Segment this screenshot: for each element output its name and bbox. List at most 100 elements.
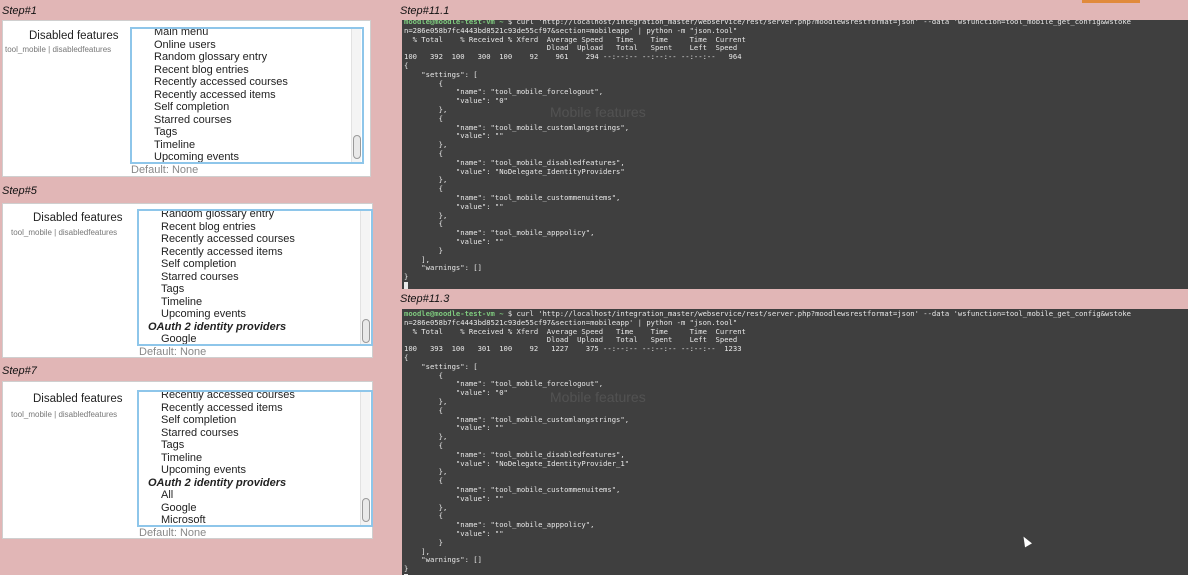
select-option[interactable]: Online users [132, 39, 350, 52]
select-option[interactable]: Recently accessed items [139, 402, 359, 415]
select-scrollbar[interactable] [351, 29, 361, 162]
terminal-step-11-3: Mobile features moodle@moodle-test-vm ~ … [402, 309, 1188, 575]
step-1-label: Step#1 [2, 5, 37, 17]
terminal-line: "value": "0" [404, 96, 508, 106]
scrollbar-thumb[interactable] [362, 319, 370, 343]
setting-name: Disabled features [33, 393, 123, 405]
select-option[interactable]: Google [139, 502, 359, 515]
select-option[interactable]: Starred courses [139, 271, 359, 284]
select-option[interactable]: Upcoming events [139, 464, 359, 477]
terminal-output: moodle@moodle-test-vm ~ $ curl 'http://l… [404, 20, 1131, 289]
terminal-line: "settings": [ [404, 361, 478, 371]
default-value-text: Default: None [139, 527, 207, 539]
setting-id: tool_mobile | disabledfeatures [11, 410, 118, 419]
terminal-line: }, [404, 396, 448, 406]
setting-name: Disabled features [29, 30, 119, 42]
terminal-line: "settings": [ [404, 69, 478, 79]
terminal-line: } [404, 272, 409, 282]
terminal-line: ], [404, 546, 430, 556]
scrollbar-thumb[interactable] [362, 498, 370, 522]
select-option[interactable]: Upcoming events [139, 308, 359, 321]
select-option[interactable]: Starred courses [139, 427, 359, 440]
terminal-line: "value": "" [404, 236, 504, 246]
terminal-line: "value": "NoDelegate_IdentityProviders" [404, 166, 625, 176]
terminal-line: "name": "tool_mobile_apppolicy", [404, 520, 595, 530]
terminal-line: { [404, 60, 409, 70]
terminal-line: }, [404, 210, 448, 220]
select-option[interactable]: Starred courses [132, 114, 350, 127]
terminal-output: moodle@moodle-test-vm ~ $ curl 'http://l… [404, 309, 1131, 575]
default-value-text: Default: None [139, 346, 207, 358]
setting-id: tool_mobile | disabledfeatures [11, 228, 118, 237]
terminal-cursor-line [404, 281, 1131, 289]
select-option[interactable]: Tags [132, 126, 350, 139]
terminal-cursor [404, 281, 408, 289]
step-1-panel: Disabled features tool_mobile | disabled… [2, 20, 371, 177]
select-option[interactable]: Self completion [139, 258, 359, 271]
terminal-line: "value": "" [404, 201, 504, 211]
optgroup-label: OAuth 2 identity providers [148, 320, 287, 333]
optgroup-label: OAuth 2 identity providers [148, 476, 287, 489]
select-option[interactable]: Recent blog entries [139, 221, 359, 234]
step-11-1-label: Step#11.1 [400, 5, 450, 17]
terminal-line: } [404, 564, 409, 574]
terminal-line: }, [404, 140, 448, 150]
step-11-3-label: Step#11.3 [400, 293, 450, 305]
terminal-line: "name": "tool_mobile_customlangstrings", [404, 122, 630, 132]
setting-id: tool_mobile | disabledfeatures [5, 45, 112, 54]
select-option[interactable]: Self completion [139, 414, 359, 427]
terminal-line: "name": "tool_mobile_customlangstrings", [404, 414, 630, 424]
terminal-line: "name": "tool_mobile_custommenuitems", [404, 192, 621, 202]
step-7-panel: Disabled features tool_mobile | disabled… [2, 381, 373, 539]
select-option[interactable]: Self completion [132, 101, 350, 114]
terminal-line: }, [404, 432, 448, 442]
scrollbar-thumb[interactable] [353, 135, 361, 159]
default-value-text: Default: None [131, 164, 199, 176]
terminal-line: 100 393 100 301 100 92 1227 375 --:--:--… [404, 344, 742, 354]
select-option[interactable]: All [139, 489, 359, 502]
disabled-features-select[interactable]: Random glossary entry Recent blog entries… [137, 209, 373, 346]
select-option[interactable]: Recently accessed items [132, 89, 350, 102]
setting-name: Disabled features [33, 212, 123, 224]
terminal-line: "value": "" [404, 131, 504, 141]
select-option[interactable]: Main menu [132, 29, 350, 39]
select-option[interactable]: Upcoming events [132, 151, 350, 162]
select-option[interactable]: Recently accessed courses [139, 233, 359, 246]
select-scrollbar[interactable] [360, 211, 370, 344]
select-option[interactable]: Timeline [132, 139, 350, 152]
select-option[interactable]: Tags [139, 439, 359, 452]
select-option[interactable]: Timeline [139, 452, 359, 465]
select-option[interactable]: Random glossary entry [139, 211, 359, 221]
select-scrollbar[interactable] [360, 392, 370, 525]
select-option[interactable]: Recently accessed courses [132, 76, 350, 89]
terminal-line: "name": "tool_mobile_apppolicy", [404, 228, 595, 238]
terminal-line: "value": "NoDelegate_IdentityProvider_1" [404, 458, 630, 468]
disabled-features-select[interactable]: Main menu Online users Random glossary ent… [130, 27, 364, 164]
terminal-step-11-1: Mobile features moodle@moodle-test-vm ~ … [402, 20, 1188, 289]
terminal-line: "name": "tool_mobile_forcelogout", [404, 379, 604, 389]
terminal-line: "name": "tool_mobile_forcelogout", [404, 87, 604, 97]
select-option[interactable]: Tags [139, 283, 359, 296]
terminal-line: "warnings": [] [404, 263, 482, 273]
terminal-line: "value": "" [404, 493, 504, 503]
shell-prompt: moodle@moodle-test-vm ~ [404, 309, 504, 318]
select-option[interactable]: Google [139, 333, 359, 344]
terminal-line: "value": "0" [404, 388, 508, 398]
shell-command: $ curl 'http://localhost/integration_mas… [503, 309, 1131, 318]
select-option[interactable]: Timeline [139, 296, 359, 309]
terminal-line: "value": "" [404, 423, 504, 433]
select-option[interactable]: Random glossary entry [132, 51, 350, 64]
terminal-line: { [404, 352, 409, 362]
select-option[interactable]: Recent blog entries [132, 64, 350, 77]
select-option[interactable]: Microsoft [139, 514, 359, 525]
terminal-line: }, [404, 467, 448, 477]
step-5-panel: Disabled features tool_mobile | disabled… [2, 203, 373, 358]
terminal-line: }, [404, 175, 448, 185]
select-option[interactable]: Recently accessed courses [139, 392, 359, 402]
terminal-line: ], [404, 254, 430, 264]
disabled-features-select[interactable]: Recently accessed courses Recently access… [137, 390, 373, 527]
terminal-line: "warnings": [] [404, 555, 482, 565]
terminal-line: "name": "tool_mobile_custommenuitems", [404, 484, 621, 494]
terminal-line: 100 392 100 300 100 92 961 294 --:--:-- … [404, 52, 742, 62]
select-option[interactable]: Recently accessed items [139, 246, 359, 259]
